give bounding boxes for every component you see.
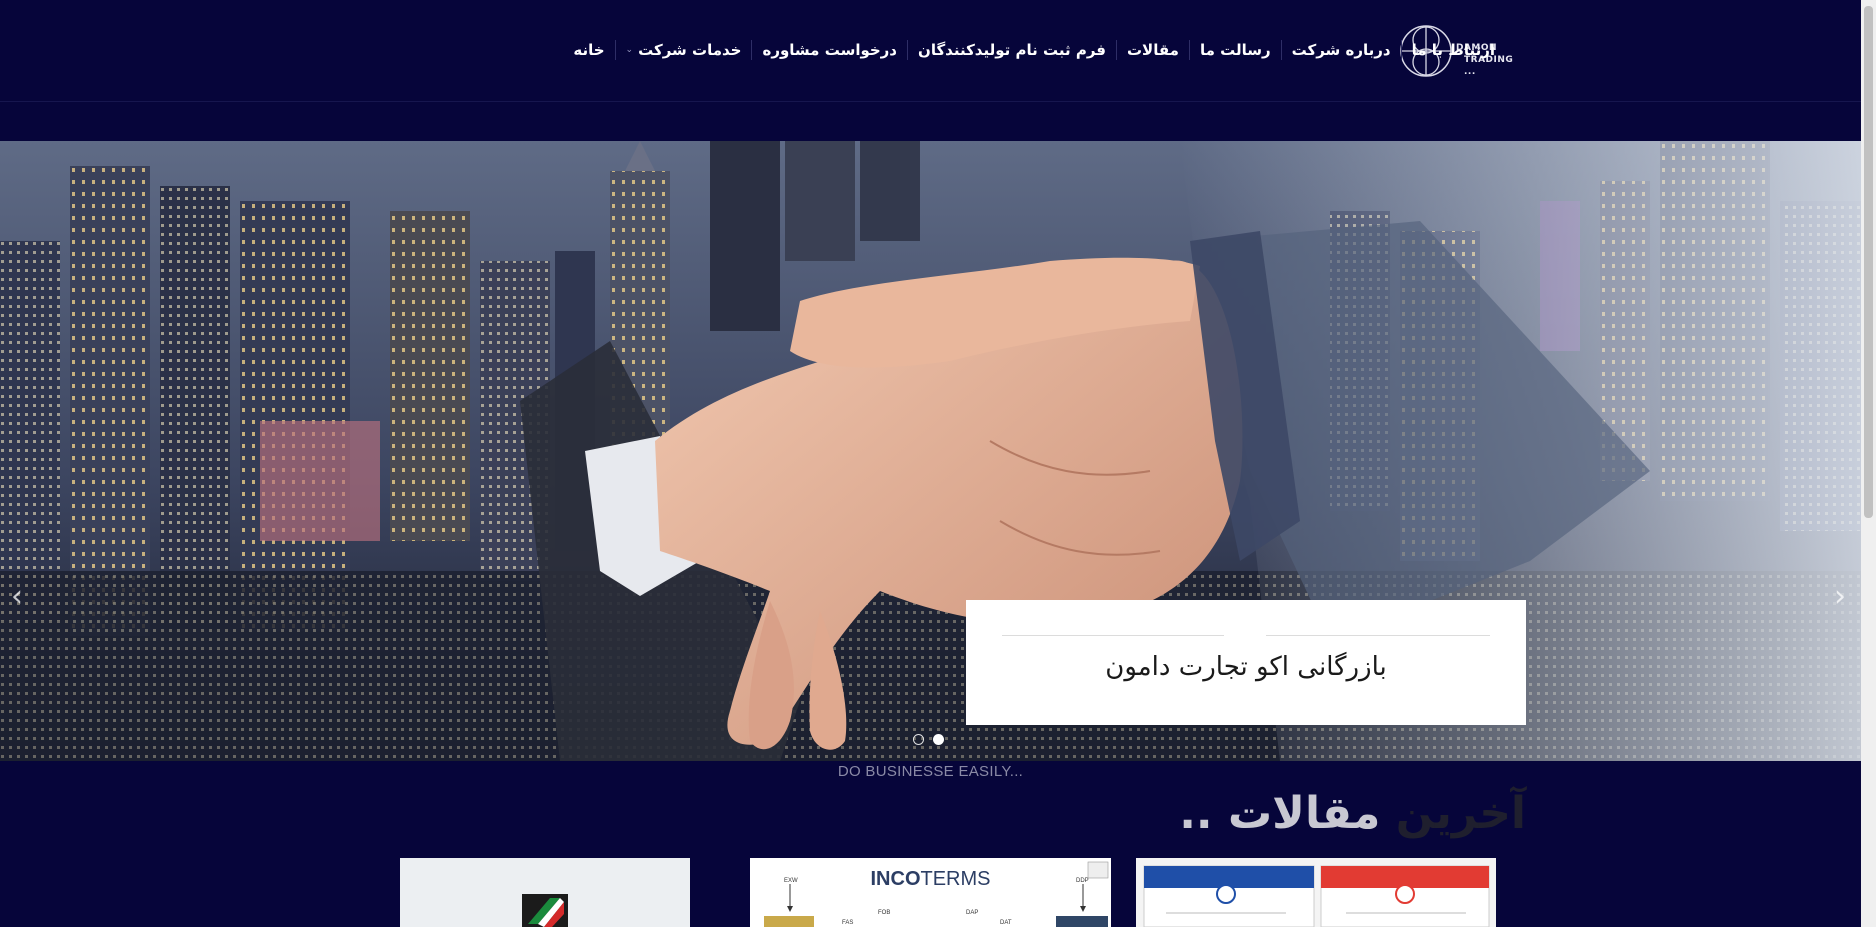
nav-label: خانه: [573, 41, 605, 59]
hero-caption-box: بازرگانی اکو تجارت دامون: [966, 600, 1526, 725]
header-divider: [0, 101, 1861, 102]
nav-label: مقالات: [1126, 41, 1179, 59]
hero-slider: ‹ ›: [0, 141, 1861, 761]
nav-label: درخواست مشاوره: [762, 41, 898, 59]
page-scrollbar[interactable]: [1861, 0, 1876, 927]
nav-label: فرم ثبت نام تولیدکنندگان: [918, 41, 1106, 59]
nav-label: رسالت ما: [1199, 41, 1271, 59]
nav-item-home[interactable]: خانه: [563, 36, 614, 64]
heading-word-latest: آخرین: [1395, 788, 1526, 839]
slider-dots: [913, 734, 944, 745]
term-label: FOB: [878, 910, 891, 916]
nav-item-about[interactable]: درباره شرکت: [1282, 36, 1401, 64]
scrollbar-thumb[interactable]: [1864, 6, 1873, 518]
slider-next-arrow[interactable]: ›: [1834, 579, 1846, 614]
chevron-down-icon: ⌄: [625, 45, 634, 55]
incoterms-rest: TERMS: [920, 868, 991, 890]
heading-word-articles: مقالات ..: [1179, 788, 1381, 839]
nav-label: درباره شرکت: [1291, 41, 1391, 59]
term-label: DDP: [1076, 878, 1089, 884]
article-card-3[interactable]: [1136, 858, 1496, 927]
caption-rule-right: [1266, 635, 1490, 636]
nav-label: ارتباط با ما: [1411, 41, 1495, 59]
slider-prev-arrow[interactable]: ‹: [11, 579, 23, 614]
caption-rule-left: [1002, 635, 1224, 636]
slider-dot-2[interactable]: [933, 734, 944, 745]
article-thumbnail: [400, 858, 690, 927]
site-header: DAMON TRADING ... خانه خدمات شرکت ⌄ درخوا…: [0, 0, 1861, 100]
article-thumbnail: [1136, 858, 1496, 927]
article-card-2[interactable]: INCOTERMS EXW FOB DAP DDP FAS DAT: [750, 858, 1111, 927]
hero-caption-title: بازرگانی اکو تجارت دامون: [1105, 652, 1387, 682]
slider-dot-1[interactable]: [913, 734, 924, 745]
term-label: DAT: [1000, 920, 1012, 926]
nav-item-producer-registration[interactable]: فرم ثبت نام تولیدکنندگان: [908, 36, 1116, 64]
hero-handshake-image: [0, 141, 1861, 761]
nav-item-mission[interactable]: رسالت ما: [1190, 36, 1281, 64]
main-nav: خانه خدمات شرکت ⌄ درخواست مشاوره فرم ثبت …: [563, 36, 1505, 64]
nav-item-contact[interactable]: ارتباط با ما: [1402, 36, 1505, 64]
nav-item-services[interactable]: خدمات شرکت ⌄: [616, 36, 752, 64]
term-label: EXW: [784, 878, 798, 884]
term-label: DAP: [966, 910, 979, 916]
nav-label: خدمات شرکت: [638, 41, 742, 59]
article-card-1[interactable]: [400, 858, 690, 927]
nav-item-consultation[interactable]: درخواست مشاوره: [752, 36, 907, 64]
incoterms-bold: INCO: [870, 868, 921, 890]
term-label: FAS: [842, 920, 854, 926]
nav-item-articles[interactable]: مقالات: [1117, 36, 1189, 64]
latest-articles-heading: آخرین مقالات ..: [1179, 788, 1526, 839]
tagline: DO BUSINESSE EASILY...: [837, 763, 1024, 780]
incoterms-title: INCOTERMS: [750, 868, 1111, 891]
